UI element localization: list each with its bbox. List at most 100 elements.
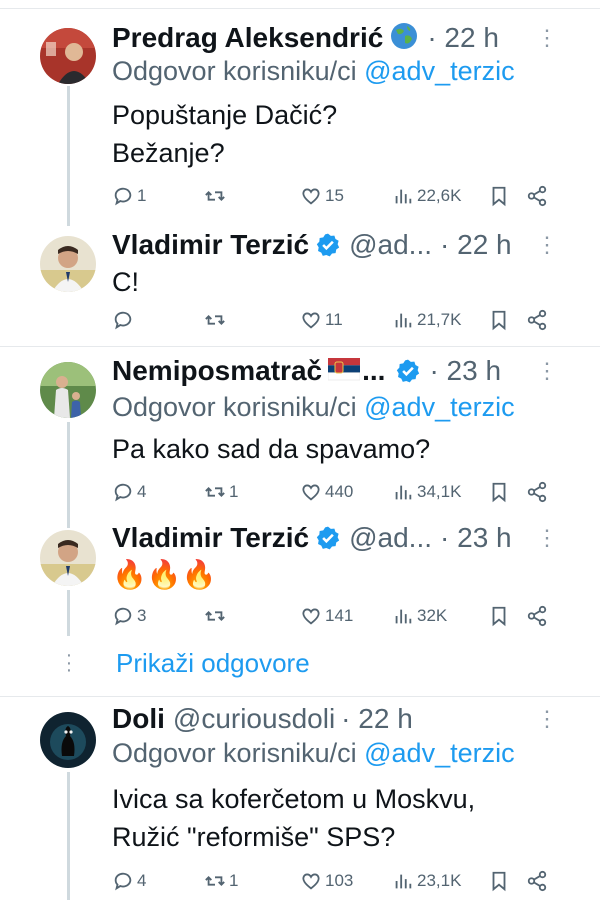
views-button[interactable]: 22,6K <box>392 182 461 210</box>
timestamp[interactable]: · 22 h <box>341 703 413 735</box>
reply-context: Odgovor korisniku/ci @adv_terzic <box>112 738 515 769</box>
more-options-icon[interactable]: ⋮ <box>536 708 558 730</box>
retweet-icon <box>205 315 225 325</box>
share-icon <box>527 481 547 503</box>
heart-icon <box>302 312 320 329</box>
heart-icon <box>302 873 320 890</box>
tweet-header: Nemiposmatrač ... · 23 h ⋮ <box>112 352 580 390</box>
timestamp[interactable]: · 23 h <box>429 355 501 387</box>
heart-icon <box>302 188 320 205</box>
reply-icon <box>114 607 132 626</box>
share-button[interactable] <box>526 306 551 334</box>
reply-button[interactable]: 4 <box>112 478 146 506</box>
author-handle[interactable]: @curiousdoli <box>173 703 335 735</box>
bookmark-icon <box>492 482 506 503</box>
verified-badge-icon <box>315 232 341 258</box>
bookmark-button[interactable] <box>488 478 513 506</box>
author-name[interactable]: Vladimir Terzić <box>112 229 309 261</box>
avatar[interactable] <box>40 712 96 768</box>
view-count: 22,6K <box>417 186 462 205</box>
bookmark-button[interactable] <box>488 602 513 630</box>
share-button[interactable] <box>526 867 551 895</box>
retweet-icon <box>205 876 225 886</box>
like-count: 103 <box>325 871 354 890</box>
like-count: 440 <box>325 482 354 501</box>
verified-badge-icon <box>315 525 341 551</box>
author-name[interactable]: Doli <box>112 703 165 735</box>
timestamp[interactable]: · 22 h <box>427 22 499 54</box>
name-ellipsis: ... <box>362 355 386 386</box>
reply-mention-link[interactable]: @adv_terzic <box>364 392 514 422</box>
heart-icon <box>302 484 320 501</box>
reply-count: 1 <box>137 186 147 205</box>
author-handle[interactable]: @ad... <box>349 229 432 261</box>
retweet-icon <box>205 487 225 497</box>
retweet-button[interactable] <box>204 182 229 210</box>
more-options-icon[interactable]: ⋮ <box>536 234 558 256</box>
reply-prefix: Odgovor korisniku/ci <box>112 56 357 86</box>
author-name[interactable]: Predrag Aleksendrić <box>112 22 383 54</box>
timestamp[interactable]: · 22 h <box>440 229 512 261</box>
author-name[interactable]: Nemiposmatrač <box>112 355 322 387</box>
like-count: 15 <box>325 186 344 205</box>
bookmark-button[interactable] <box>488 306 513 334</box>
reply-mention-link[interactable]: @adv_terzic <box>364 738 514 768</box>
views-icon <box>395 874 412 889</box>
bookmark-icon <box>492 310 506 331</box>
share-icon <box>527 309 547 331</box>
tweet-text: C! <box>112 267 139 297</box>
reply-button[interactable]: 3 <box>112 602 146 630</box>
author-name[interactable]: Vladimir Terzić <box>112 522 309 554</box>
avatar[interactable] <box>40 362 96 418</box>
like-count: 11 <box>325 310 343 329</box>
more-options-icon[interactable]: ⋮ <box>536 527 558 549</box>
share-icon <box>527 870 547 892</box>
like-button[interactable]: 103 <box>300 867 353 895</box>
action-bar: 11 21,7K <box>112 306 570 334</box>
timestamp[interactable]: · 23 h <box>440 522 512 554</box>
bookmark-button[interactable] <box>488 182 513 210</box>
share-icon <box>527 185 547 207</box>
reply-count: 4 <box>137 871 147 890</box>
more-options-icon[interactable]: ⋮ <box>536 27 558 49</box>
like-button[interactable]: 440 <box>300 478 353 506</box>
reply-mention-link[interactable]: @adv_terzic <box>364 56 514 86</box>
avatar[interactable] <box>40 236 96 292</box>
like-button[interactable]: 141 <box>300 602 353 630</box>
tweet-text: 🔥🔥🔥 <box>112 559 217 590</box>
author-handle[interactable]: @ad... <box>349 522 432 554</box>
show-replies-link[interactable]: Prikaži odgovore <box>116 648 310 679</box>
reply-button[interactable]: 1 <box>112 182 146 210</box>
more-options-icon[interactable]: ⋮ <box>536 360 558 382</box>
retweet-button[interactable] <box>204 602 229 630</box>
avatar[interactable] <box>40 530 96 586</box>
share-button[interactable] <box>526 602 551 630</box>
retweet-icon <box>205 191 225 201</box>
bookmark-button[interactable] <box>488 867 513 895</box>
share-icon <box>527 605 547 627</box>
share-button[interactable] <box>526 182 551 210</box>
reply-icon <box>114 483 132 502</box>
views-button[interactable]: 32K <box>392 602 447 630</box>
avatar[interactable] <box>40 28 96 84</box>
retweet-button[interactable] <box>204 306 229 334</box>
reply-icon <box>114 311 132 330</box>
views-icon <box>395 189 412 204</box>
retweet-button[interactable]: 1 <box>204 867 238 895</box>
share-button[interactable] <box>526 478 551 506</box>
divider <box>0 346 600 347</box>
views-button[interactable]: 34,1K <box>392 478 461 506</box>
like-button[interactable]: 11 <box>300 306 343 334</box>
reply-button[interactable]: 4 <box>112 867 146 895</box>
reply-button[interactable] <box>112 306 137 334</box>
views-button[interactable]: 23,1K <box>392 867 461 895</box>
action-bar: 4 1 440 34,1K <box>112 478 570 506</box>
retweet-button[interactable]: 1 <box>204 478 238 506</box>
retweet-icon <box>205 611 225 621</box>
views-icon <box>395 609 412 624</box>
view-count: 34,1K <box>417 482 462 501</box>
thread-line <box>67 422 70 528</box>
views-button[interactable]: 21,7K <box>392 306 461 334</box>
like-button[interactable]: 15 <box>300 182 344 210</box>
reply-icon <box>114 872 132 891</box>
